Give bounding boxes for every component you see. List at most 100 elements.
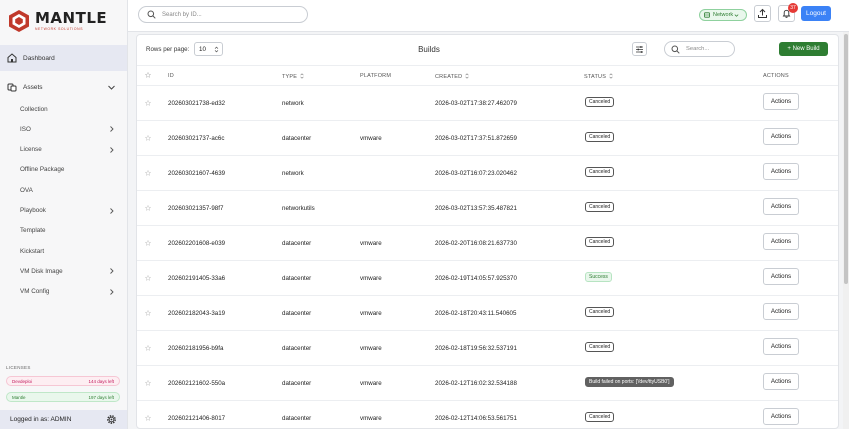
sidebar-item-license[interactable]: License <box>0 143 127 157</box>
star-icon[interactable] <box>145 345 151 351</box>
actions-button[interactable]: Actions <box>763 373 799 390</box>
sort-icon <box>465 73 469 79</box>
star-icon[interactable] <box>145 205 151 211</box>
upload-button[interactable] <box>754 5 771 22</box>
star-icon[interactable] <box>145 310 151 316</box>
actions-button[interactable]: Actions <box>763 268 799 285</box>
column-header-id[interactable]: ID <box>168 73 174 79</box>
builds-search-input[interactable]: Search... <box>664 41 735 57</box>
chevron-down-icon <box>108 85 115 90</box>
sidebar-item-label: Playbook <box>20 207 46 214</box>
column-header-status[interactable]: STATUS <box>584 73 613 80</box>
star-icon[interactable] <box>145 240 151 246</box>
actions-button[interactable]: Actions <box>763 93 799 110</box>
star-icon[interactable] <box>145 380 151 386</box>
chevron-down-icon <box>734 14 739 17</box>
logged-in-bar: Logged in as: ADMIN <box>0 410 127 429</box>
sidebar: MANTLE NETWORK SOLUTIONS Dashboard Asset… <box>0 0 128 429</box>
actions-button[interactable]: Actions <box>763 198 799 215</box>
sort-icon <box>609 73 613 79</box>
network-icon <box>704 12 710 18</box>
actions-button[interactable]: Actions <box>763 408 799 425</box>
star-icon[interactable] <box>145 415 151 421</box>
logout-button[interactable]: Logout <box>801 6 831 21</box>
star-icon[interactable] <box>145 72 151 78</box>
build-type-cell: datacenter <box>282 135 312 142</box>
table-row[interactable]: 202603021737-ac6c datacenter vmware 2026-03… <box>137 121 838 156</box>
build-id-cell: 202603021737-ac6c <box>168 135 225 142</box>
table-row[interactable]: 202602182043-3a19 datacenter vmware 2026-02… <box>137 296 838 331</box>
license-remaining: 197 days left <box>88 394 114 400</box>
build-type-cell: network <box>282 100 304 107</box>
build-created-cell: 2026-03-02T16:07:23.020462 <box>435 170 517 177</box>
gear-icon[interactable] <box>106 414 117 425</box>
sidebar-item-label: VM Config <box>20 288 50 296</box>
network-selector[interactable]: Network <box>699 9 747 21</box>
new-build-button[interactable]: + New Build <box>779 42 828 56</box>
sidebar-item-template[interactable]: Template <box>0 224 127 238</box>
table-row[interactable]: 202602181956-b9fa datacenter vmware 2026-02… <box>137 331 838 366</box>
brand-name: MANTLE <box>35 9 108 27</box>
column-header-type[interactable]: TYPE <box>282 73 304 80</box>
mantle-logo-icon <box>9 10 29 32</box>
build-id-cell: 202602121406-8017 <box>168 415 226 422</box>
brand-logo[interactable]: MANTLE NETWORK SOLUTIONS <box>8 8 107 34</box>
star-icon[interactable] <box>145 100 151 106</box>
column-header-platform[interactable]: PLATFORM <box>360 73 391 79</box>
column-header-created[interactable]: CREATED <box>435 73 469 80</box>
sidebar-item-vm-config[interactable]: VM Config <box>0 285 127 299</box>
license-remaining: 144 days left <box>88 378 114 384</box>
table-row[interactable]: 202603021738-ed32 network 2026-03-02T17:38… <box>137 86 838 121</box>
scrollbar-thumb[interactable] <box>844 34 848 284</box>
search-input[interactable]: Search by ID... <box>138 6 308 23</box>
sidebar-item-kickstart[interactable]: Kickstart <box>0 244 127 258</box>
chevron-right-icon <box>110 288 114 295</box>
actions-button[interactable]: Actions <box>763 128 799 145</box>
scrollbar[interactable] <box>843 32 849 429</box>
build-platform-cell: vmware <box>360 310 382 317</box>
sidebar-item-label: Collection <box>20 105 48 113</box>
actions-button[interactable]: Actions <box>763 303 799 320</box>
build-id-cell: 202603021607-4639 <box>168 170 226 177</box>
sidebar-item-iso[interactable]: ISO <box>0 122 127 136</box>
table-row[interactable]: 202602201608-e039 datacenter vmware 2026-02… <box>137 226 838 261</box>
build-created-cell: 2026-03-02T17:38:27.462079 <box>435 100 517 107</box>
table-row[interactable]: 202603021607-4639 network 2026-03-02T16:07… <box>137 156 838 191</box>
home-icon <box>7 53 17 63</box>
sidebar-item-label: License <box>20 146 42 154</box>
actions-button[interactable]: Actions <box>763 163 799 180</box>
sidebar-item-assets[interactable]: Assets <box>0 76 127 98</box>
sidebar-item-ova[interactable]: OVA <box>0 183 127 197</box>
table-row[interactable]: 202603021357-98f7 networkutils 2026-03-02T… <box>137 191 838 226</box>
search-icon <box>147 10 156 19</box>
sidebar-item-collection[interactable]: Collection <box>0 102 127 116</box>
build-type-cell: datacenter <box>282 275 312 282</box>
brand-tagline: NETWORK SOLUTIONS <box>35 27 84 31</box>
star-icon[interactable] <box>145 135 151 141</box>
actions-button[interactable]: Actions <box>763 338 799 355</box>
table-row[interactable]: 202602121406-8017 datacenter vmware 2026-02… <box>137 401 838 428</box>
sidebar-item-label: Dashboard <box>23 54 55 62</box>
build-platform-cell: vmware <box>360 345 382 352</box>
build-created-cell: 2026-02-18T19:56:32.537191 <box>435 345 517 352</box>
sidebar-item-playbook[interactable]: Playbook <box>0 204 127 218</box>
table-row[interactable]: 202602121602-550a datacenter vmware 2026-02… <box>137 366 838 401</box>
star-icon[interactable] <box>145 170 151 176</box>
sidebar-item-label: OVA <box>20 186 33 194</box>
actions-button[interactable]: Actions <box>763 233 799 250</box>
build-type-cell: datacenter <box>282 380 312 387</box>
build-id-cell: 202602201608-e039 <box>168 240 226 247</box>
status-badge: Canceled <box>585 167 615 177</box>
sidebar-item-dashboard[interactable]: Dashboard <box>0 45 127 71</box>
star-icon[interactable] <box>145 275 151 281</box>
sidebar-item-offline-package[interactable]: Offline Package <box>0 163 127 177</box>
sidebar-item-vm-disk-image[interactable]: VM Disk Image <box>0 264 127 278</box>
status-badge: Build failed on ports: ['/dev/ttyUSB0'] <box>585 377 674 387</box>
search-placeholder: Search... <box>686 46 710 52</box>
sidebar-item-label: VM Disk Image <box>20 267 63 275</box>
filter-button[interactable] <box>632 42 647 56</box>
build-created-cell: 2026-02-20T16:08:21.637730 <box>435 240 517 247</box>
table-row[interactable]: 202602191405-33a6 datacenter vmware 2026-02… <box>137 261 838 296</box>
build-type-cell: datacenter <box>282 345 312 352</box>
sidebar-item-label: Kickstart <box>20 247 45 255</box>
